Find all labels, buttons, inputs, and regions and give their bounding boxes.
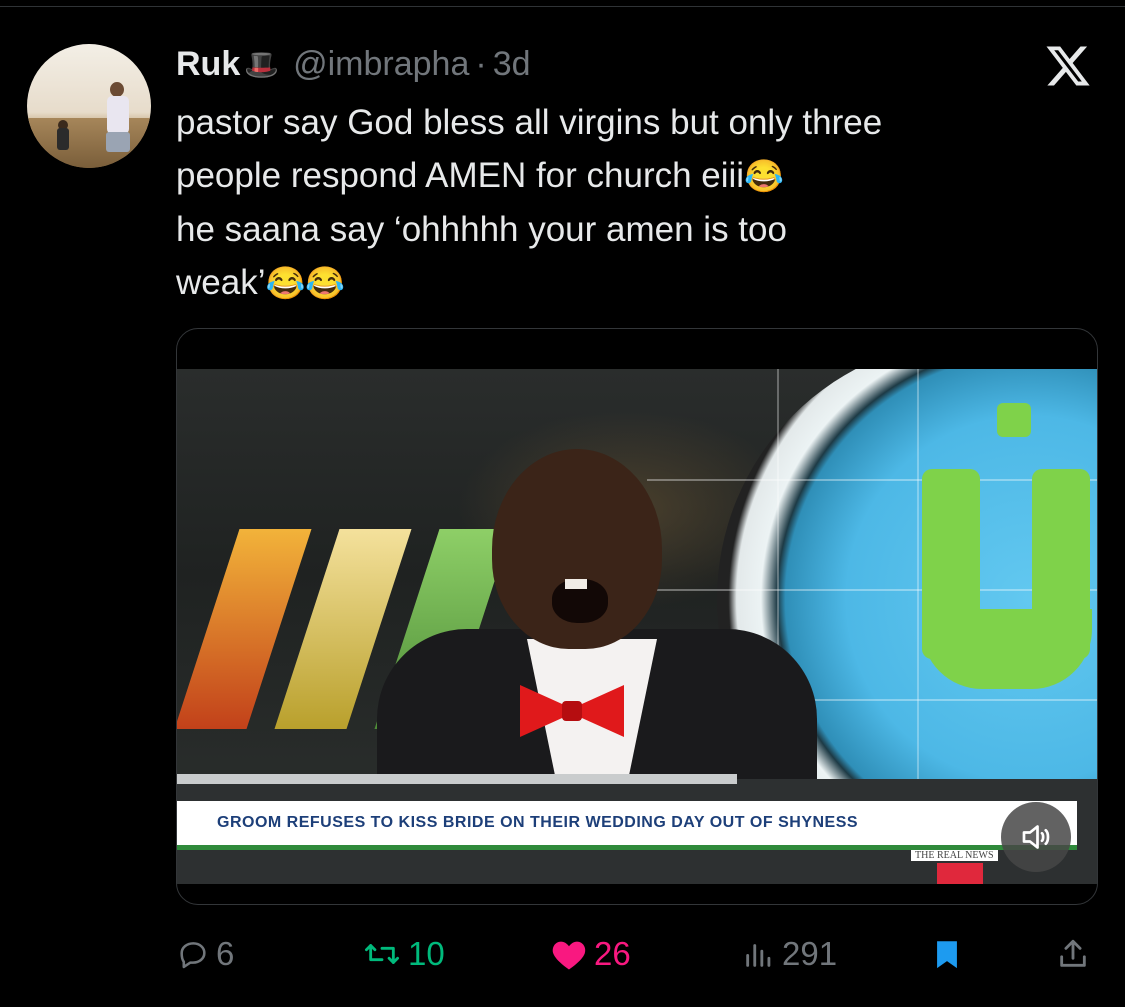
tweet-text: pastor say God bless all virgins but onl… [176,96,1076,310]
retweet-count: 10 [408,935,445,972]
news-ticker: GROOM REFUSES TO KISS BRIDE ON THEIR WED… [177,801,1077,850]
station-logo-small [997,403,1031,437]
bookmark-icon [937,941,957,969]
heart-icon [552,941,586,970]
separator-dot: · [475,44,487,83]
view-count: 291 [782,935,838,972]
video-frame: GROOM REFUSES TO KISS BRIDE ON THEIR WED… [177,369,1097,884]
views-icon [746,944,771,967]
retweet-icon [364,944,399,964]
tweet-line-2: people respond AMEN for church eiii😂 [176,156,784,195]
tweet-line-1: pastor say God bless all virgins but onl… [176,103,883,142]
action-bar: 6 10 26 291 [176,928,1096,980]
speaker-icon [1022,825,1050,849]
laughing-emoji: 😂 [744,158,784,194]
tweet-time[interactable]: 3d [493,45,531,84]
views-button[interactable]: 291 [742,928,837,980]
laughing-emoji: 😂 [305,265,346,301]
author-handle[interactable]: @imbrapha [293,45,469,84]
tweet-header: Ruk 🎩 @imbrapha · 3d [176,44,531,84]
ticker-text: GROOM REFUSES TO KISS BRIDE ON THEIR WED… [217,814,859,831]
x-logo-icon [1046,46,1090,86]
top-hat-emoji: 🎩 [244,48,280,80]
avatar[interactable] [27,44,151,168]
tweet-line-3: he saana say ‘ohhhhh your amen is too [176,210,787,249]
news-anchor [377,429,817,829]
tweet-line-4: weak’😂😂 [176,263,346,302]
share-icon [1060,939,1086,967]
laughing-emoji: 😂 [265,265,306,301]
like-count: 26 [594,935,631,972]
volume-button[interactable] [1001,802,1071,872]
top-divider [0,6,1125,7]
retweet-button[interactable]: 10 [362,928,445,980]
reply-icon [180,942,206,969]
like-button[interactable]: 26 [550,928,631,980]
bookmark-button[interactable] [930,928,970,980]
author-name[interactable]: Ruk [176,45,240,84]
ticker-subtag: THE REAL NEWS [911,850,998,861]
share-button[interactable] [1056,928,1096,980]
station-logo [922,469,1097,719]
video-media[interactable]: GROOM REFUSES TO KISS BRIDE ON THEIR WED… [176,328,1098,905]
reply-count: 6 [216,935,235,972]
reply-button[interactable]: 6 [176,928,234,980]
